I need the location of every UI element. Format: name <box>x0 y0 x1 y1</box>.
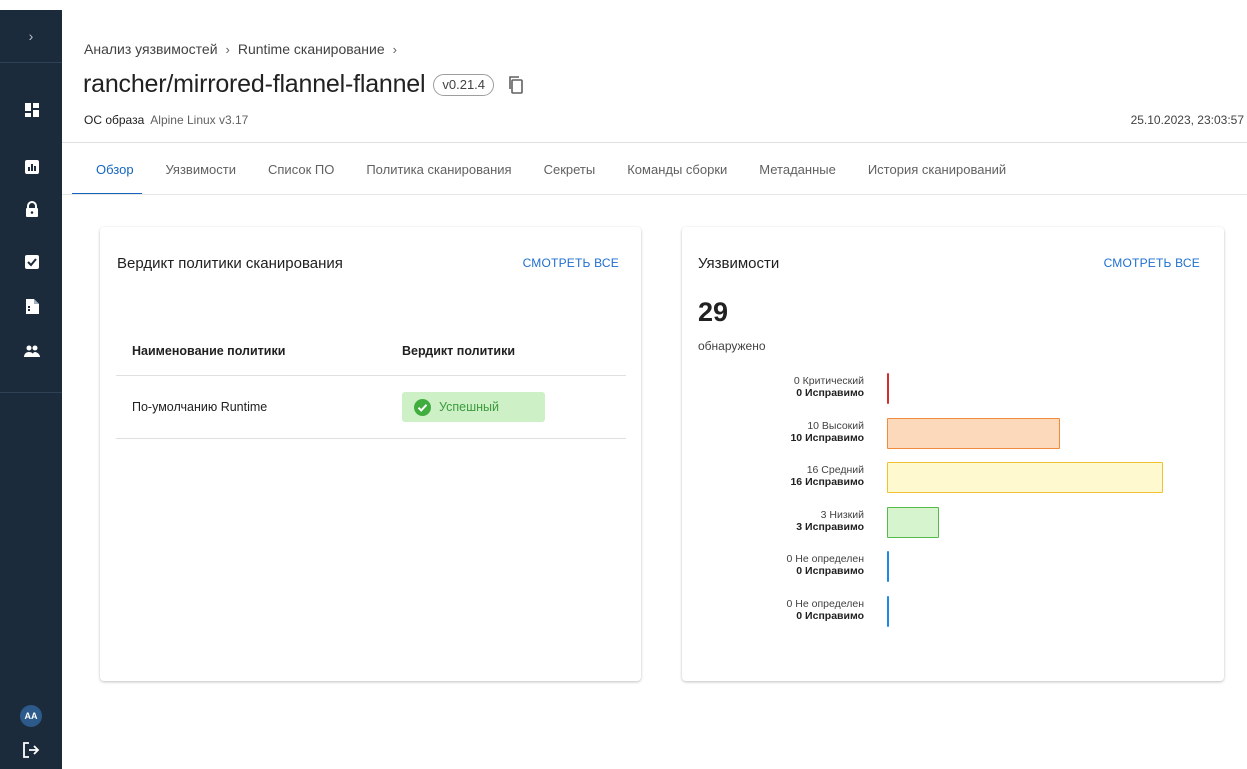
copy-button[interactable] <box>508 75 524 94</box>
sidebar-divider <box>0 62 62 63</box>
severity-count-text: 3 Низкий <box>820 508 864 521</box>
os-info: ОС образа Alpine Linux v3.17 <box>84 113 248 127</box>
policy-verdict-card: Вердикт политики сканирования СМОТРЕТЬ В… <box>100 227 641 681</box>
page-title: rancher/mirrored-flannel-flannel <box>83 70 426 98</box>
tab-label: Команды сборки <box>627 161 728 177</box>
chevron-right-icon: › <box>225 41 230 57</box>
check-circle-icon <box>414 398 431 416</box>
severity-label: 0 Не определен 0 Исправимо <box>787 553 864 577</box>
severity-bar[interactable] <box>887 462 1163 493</box>
sidebar-expand-button[interactable]: › <box>0 10 62 62</box>
version-badge: v0.21.4 <box>433 73 495 96</box>
scan-timestamp: 25.10.2023, 23:03:57 <box>1130 113 1244 127</box>
lock-icon <box>26 201 38 217</box>
severity-bar[interactable] <box>887 595 889 627</box>
tab-label: Уязвимости <box>165 161 236 177</box>
card-title: Вердикт политики сканирования <box>117 255 343 272</box>
severity-label: 10 Высокий 10 Исправимо <box>790 420 864 444</box>
document-icon <box>25 298 39 314</box>
sidebar-item-analytics[interactable] <box>23 158 41 176</box>
sidebar-item-dashboard[interactable] <box>23 101 41 119</box>
chevron-right-icon: › <box>392 41 397 57</box>
table-divider <box>116 438 626 439</box>
severity-fixable-text: 16 Исправимо <box>790 476 864 488</box>
severity-label: 0 Критический 0 Исправимо <box>794 375 864 399</box>
severity-bar[interactable] <box>887 506 939 538</box>
policy-name: По-умолчанию Runtime <box>132 400 268 414</box>
tab-software-list[interactable]: Список ПО <box>252 143 350 195</box>
breadcrumb-item[interactable]: Анализ уязвимостей <box>84 41 218 57</box>
users-icon <box>24 345 40 357</box>
chevron-right-icon: › <box>28 28 34 44</box>
column-header-verdict: Вердикт политики <box>402 344 516 358</box>
severity-count-text: 0 Не определен <box>786 597 864 610</box>
tab-metadata[interactable]: Метаданные <box>743 143 852 195</box>
verdict-text: Успешный <box>439 400 499 414</box>
severity-count-text: 0 Критический <box>793 375 864 387</box>
severity-fixable-text: 0 Исправимо <box>796 387 864 399</box>
severity-label: 3 Низкий 3 Исправимо <box>796 509 864 533</box>
column-header-policy-name: Наименование политики <box>132 344 286 358</box>
breadcrumb: Анализ уязвимостей › Runtime сканировани… <box>84 41 397 57</box>
sidebar-divider <box>0 392 62 393</box>
tab-label: Метаданные <box>759 161 836 177</box>
chart-icon <box>25 160 39 174</box>
severity-label: 0 Не определен 0 Исправимо <box>787 598 864 622</box>
view-all-vulnerabilities-link[interactable]: СМОТРЕТЬ ВСЕ <box>1104 256 1200 270</box>
severity-count-text: 0 Не определен <box>786 553 864 565</box>
tab-label: История сканирований <box>867 161 1007 177</box>
vulnerability-total-label: обнаружено <box>698 339 766 353</box>
copy-icon <box>509 75 523 94</box>
severity-bar[interactable] <box>887 551 889 582</box>
tab-bar: Обзор Уязвимости Список ПО Политика скан… <box>62 143 1022 195</box>
verdict-badge: Успешный <box>402 392 545 422</box>
severity-fixable-text: 3 Исправимо <box>796 520 864 533</box>
severity-bar[interactable] <box>887 373 889 404</box>
sidebar-item-compliance[interactable] <box>23 253 41 271</box>
tab-label: Список ПО <box>268 161 335 177</box>
table-header: Наименование политики Вердикт политики <box>116 340 626 376</box>
severity-label: 16 Средний 16 Исправимо <box>790 464 864 488</box>
table-row[interactable]: По-умолчанию Runtime Успешный <box>116 376 626 438</box>
dashboard-icon <box>25 103 39 117</box>
tab-scan-policy[interactable]: Политика сканирования <box>350 143 527 195</box>
tab-overview[interactable]: Обзор <box>62 143 150 195</box>
user-avatar[interactable]: AA <box>20 705 42 727</box>
os-label: ОС образа <box>84 113 145 127</box>
severity-fixable-text: 0 Исправимо <box>796 609 864 622</box>
os-value: Alpine Linux v3.17 <box>150 113 249 127</box>
sidebar-item-users[interactable] <box>23 342 41 360</box>
title-row: rancher/mirrored-flannel-flannel v0.21.4 <box>83 70 524 99</box>
sidebar: › AA <box>0 10 62 769</box>
view-all-policies-link[interactable]: СМОТРЕТЬ ВСЕ <box>523 256 619 270</box>
severity-bar[interactable] <box>887 417 1060 449</box>
tab-label: Обзор <box>96 161 134 177</box>
sidebar-item-security[interactable] <box>23 200 41 218</box>
severity-count-text: 16 Средний <box>806 464 864 476</box>
severity-count-text: 10 Высокий <box>807 419 864 432</box>
tab-label: Политика сканирования <box>366 161 512 177</box>
severity-fixable-text: 10 Исправимо <box>790 431 864 444</box>
vulnerability-total: 29 <box>698 297 729 327</box>
top-border <box>0 0 1247 10</box>
checkbox-icon <box>25 255 39 269</box>
vulnerabilities-card: Уязвимости СМОТРЕТЬ ВСЕ 29 обнаружено 0 … <box>682 227 1224 681</box>
logout-button[interactable] <box>22 741 40 759</box>
tab-vulnerabilities[interactable]: Уязвимости <box>150 143 252 195</box>
card-title: Уязвимости <box>698 255 780 272</box>
tab-secrets[interactable]: Секреты <box>528 143 612 195</box>
logout-icon <box>23 742 40 758</box>
severity-fixable-text: 0 Исправимо <box>796 565 864 577</box>
breadcrumb-item[interactable]: Runtime сканирование <box>238 41 385 57</box>
tab-label: Секреты <box>543 161 596 177</box>
sidebar-item-reports[interactable] <box>23 297 41 315</box>
tab-scan-history[interactable]: История сканирований <box>852 143 1022 195</box>
tabs-divider <box>62 194 1247 195</box>
tab-build-commands[interactable]: Команды сборки <box>611 143 743 195</box>
